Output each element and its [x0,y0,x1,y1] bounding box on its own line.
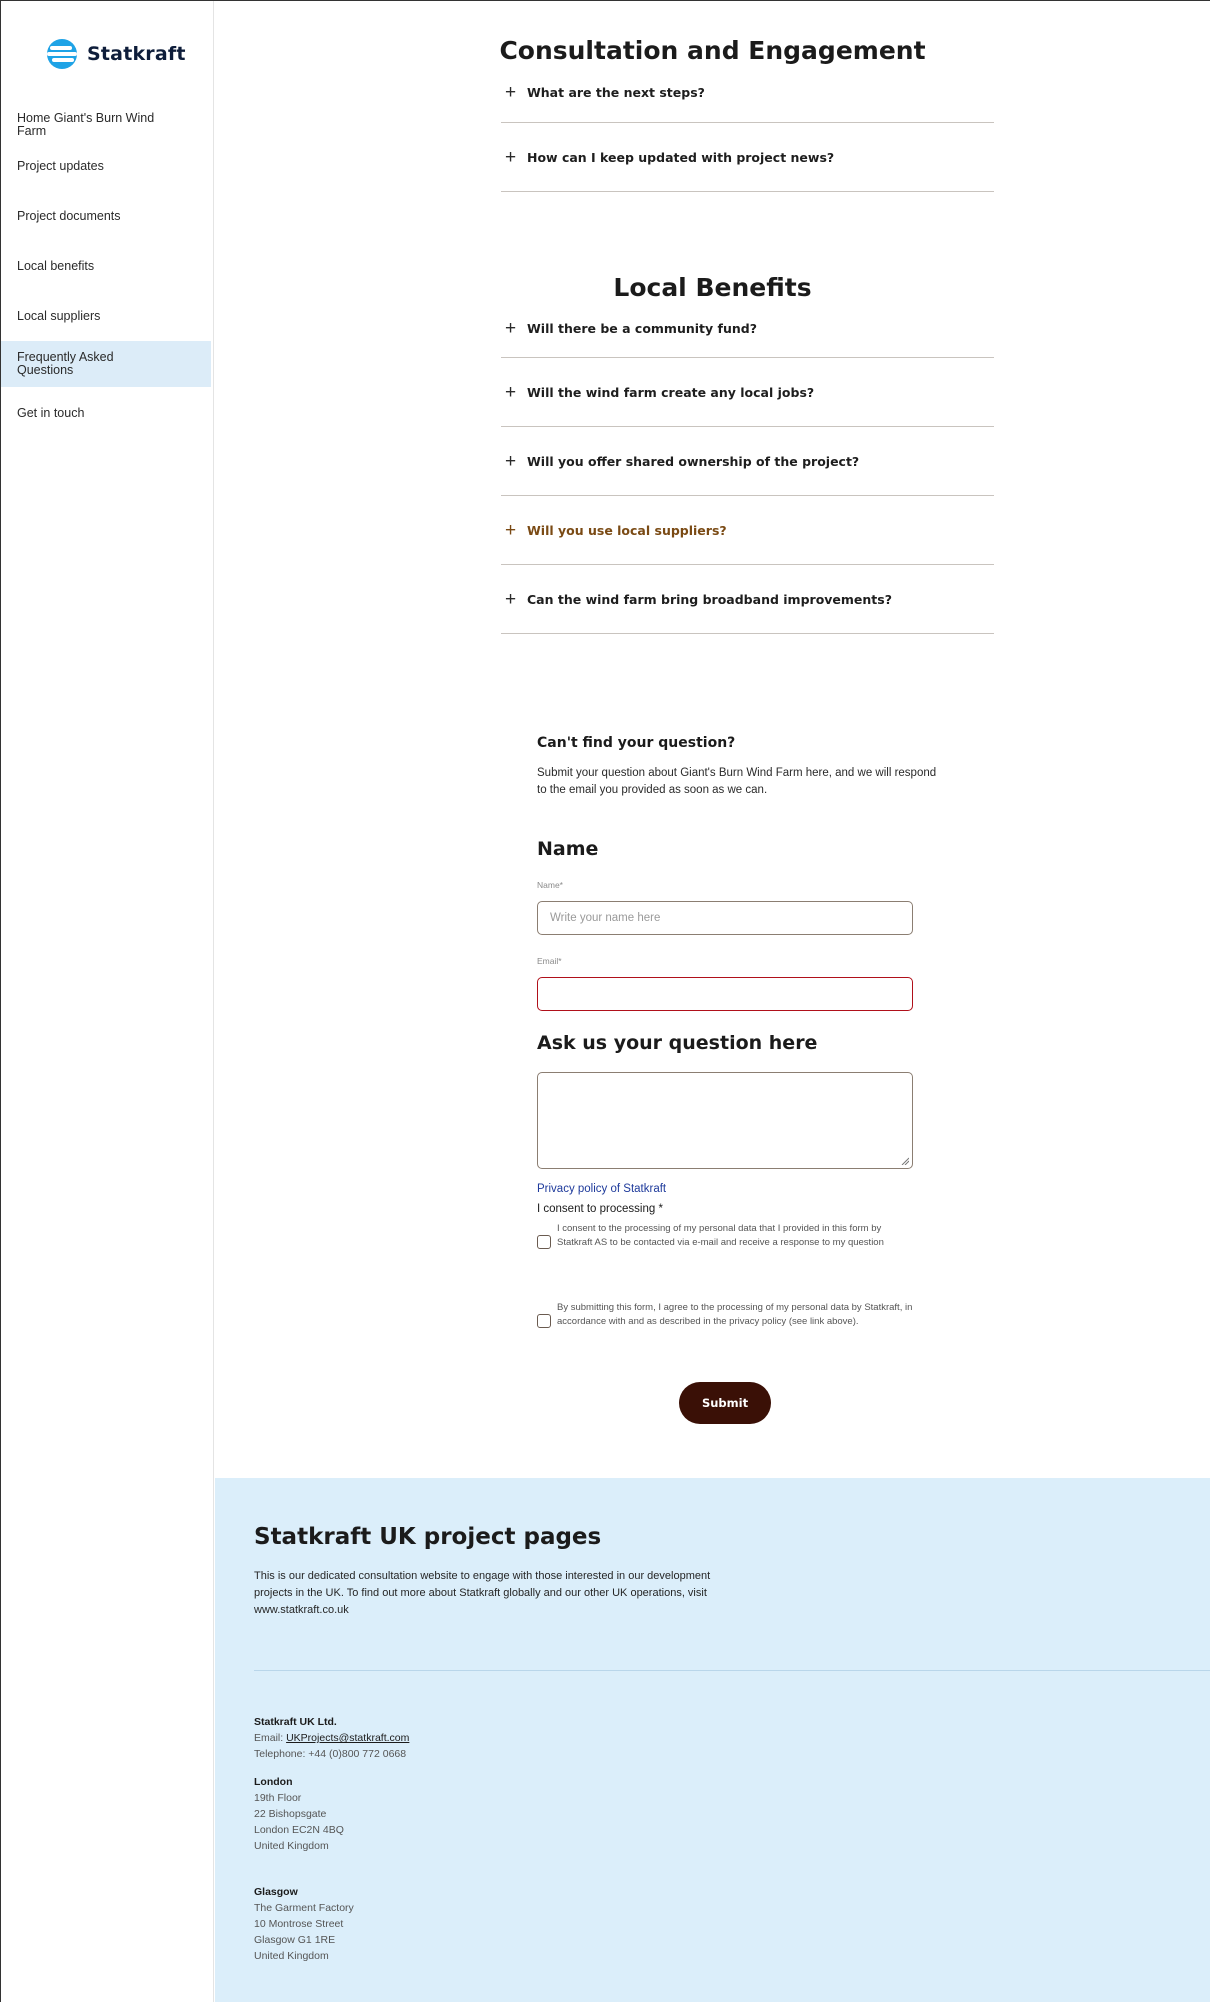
address-line: Glasgow G1 1RE [254,1934,336,1946]
company-contact: Statkraft UK Ltd. Email: UKProjects@stat… [254,1714,409,1762]
address-line: The Garment Factory [254,1902,354,1914]
faq-item[interactable]: + Will you offer shared ownership of the… [501,427,994,496]
consent-row-1: I consent to the processing of my person… [537,1222,917,1249]
faq-item[interactable]: + How can I keep updated with project ne… [501,123,994,192]
section-title-local-benefits: Local Benefits [613,273,812,302]
consent-checkbox-1[interactable] [537,1235,551,1249]
sidebar-nav: Home Giant's Burn Wind Farm Project upda… [1,107,211,439]
section-title-consultation: Consultation and Engagement [499,36,926,65]
resize-handle-icon[interactable] [901,1157,909,1165]
london-address: London 19th Floor 22 Bishopsgate London … [254,1774,344,1854]
logo[interactable]: Statkraft [47,39,186,69]
email-input[interactable] [537,977,913,1011]
glasgow-heading: Glasgow [254,1886,298,1898]
address-line: 10 Montrose Street [254,1918,344,1930]
faq-item[interactable]: + Will the wind farm create any local jo… [501,358,994,427]
consent-title: I consent to processing * [537,1203,663,1215]
london-heading: London [254,1776,293,1788]
consent-checkbox-2[interactable] [537,1314,551,1328]
plus-icon: + [505,81,517,103]
footer-description: This is our dedicated consultation websi… [254,1570,711,1616]
faq-item[interactable]: + What are the next steps? [501,62,994,123]
address-line: 22 Bishopsgate [254,1808,327,1820]
name-heading: Name [537,838,599,860]
consent-row-2: By submitting this form, I agree to the … [537,1301,917,1328]
faq-item[interactable]: + Will there be a community fund? [501,299,994,358]
sidebar-item-local-benefits[interactable]: Local benefits [1,241,211,291]
form-intro: Submit your question about Giant's Burn … [537,767,937,796]
consent-text-2: By submitting this form, I agree to the … [557,1302,913,1327]
sidebar-item-get-in-touch[interactable]: Get in touch [1,387,211,439]
consent-text-1: I consent to the processing of my person… [557,1223,884,1248]
question-heading: Ask us your question here [537,1032,818,1054]
faq-item[interactable]: + Can the wind farm bring broadband impr… [501,565,994,634]
footer: Statkraft UK project pages This is our d… [215,1478,1210,2002]
faq-item[interactable]: + Will you use local suppliers? [501,496,994,565]
faq-list-local-benefits: + Will there be a community fund? + Will… [501,299,994,634]
footer-title: Statkraft UK project pages [254,1524,602,1550]
company-telephone: Telephone: +44 (0)800 772 0668 [254,1748,407,1760]
statkraft-logo-icon [47,39,77,69]
company-name: Statkraft UK Ltd. [254,1716,337,1728]
submit-button[interactable]: Submit [679,1382,771,1424]
plus-icon: + [505,381,517,403]
plus-icon: + [505,146,517,168]
plus-icon: + [505,450,517,472]
address-line: United Kingdom [254,1950,329,1962]
footer-divider [254,1670,1210,1671]
form-heading: Can't find your question? [537,735,736,751]
plus-icon: + [505,317,517,339]
plus-icon: + [505,588,517,610]
privacy-policy-link[interactable]: Privacy policy of Statkraft [537,1183,666,1195]
address-line: London EC2N 4BQ [254,1824,344,1836]
faq-list-consultation: + What are the next steps? + How can I k… [501,62,994,192]
plus-icon: + [505,519,517,541]
sidebar: Statkraft Home Giant's Burn Wind Farm Pr… [1,1,214,2002]
email-label: Email* [537,956,562,966]
glasgow-address: Glasgow The Garment Factory 10 Montrose … [254,1884,354,1964]
question-form: Can't find your question? Submit your qu… [537,735,936,1424]
sidebar-item-faq[interactable]: Frequently Asked Questions [1,341,211,387]
name-input[interactable]: Write your name here [537,901,913,935]
address-line: 19th Floor [254,1792,302,1804]
question-textarea[interactable] [537,1072,913,1169]
name-label: Name* [537,880,563,890]
sidebar-item-project-updates[interactable]: Project updates [1,141,211,191]
email-link[interactable]: UKProjects@statkraft.com [286,1732,409,1744]
sidebar-item-local-suppliers[interactable]: Local suppliers [1,291,211,341]
sidebar-item-project-documents[interactable]: Project documents [1,191,211,241]
logo-text: Statkraft [87,43,186,65]
company-email-line: Email: UKProjects@statkraft.com [254,1732,410,1744]
address-line: United Kingdom [254,1840,329,1852]
sidebar-item-home[interactable]: Home Giant's Burn Wind Farm [1,107,211,141]
